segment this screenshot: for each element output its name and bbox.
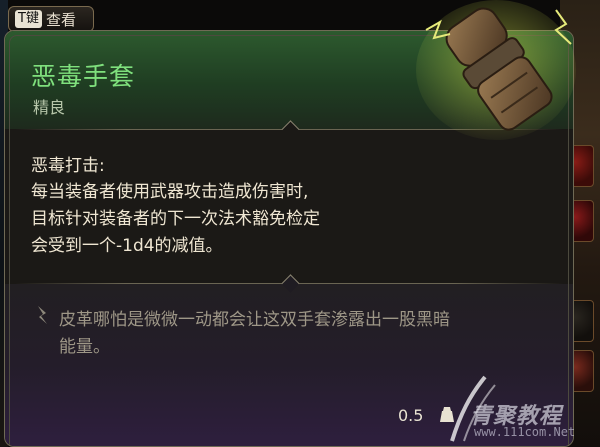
- inspect-button[interactable]: T键 查看: [8, 6, 94, 32]
- item-rarity: 精良: [33, 98, 66, 117]
- passive-name: 恶毒打击:: [31, 156, 105, 176]
- weight-value: 0.5: [398, 406, 424, 425]
- passive-line: 会受到一个-1d4的减值。: [31, 236, 223, 256]
- passive-description: 每当装备者使用武器攻击造成伤害时, 目标针对装备者的下一次法术豁免检定 会受到一…: [31, 179, 551, 260]
- watermark-url: www.111com.Net: [474, 425, 576, 439]
- feather-icon: [38, 306, 47, 324]
- gloves-item-icon: [416, 0, 576, 140]
- flavor-line: 皮革哪怕是微微一动都会让这双手套渗露出一股黑暗: [59, 310, 450, 330]
- flavor-line: 能量。: [59, 337, 110, 357]
- inspect-label: 查看: [45, 10, 76, 29]
- keybind-badge: T键: [15, 10, 42, 28]
- passive-line: 每当装备者使用武器攻击造成伤害时,: [31, 182, 309, 202]
- flavor-text: 皮革哪怕是微微一动都会让这双手套渗露出一股黑暗 能量。: [59, 307, 559, 361]
- passive-line: 目标针对装备者的下一次法术豁免检定: [31, 209, 320, 229]
- item-name: 恶毒手套: [31, 62, 136, 91]
